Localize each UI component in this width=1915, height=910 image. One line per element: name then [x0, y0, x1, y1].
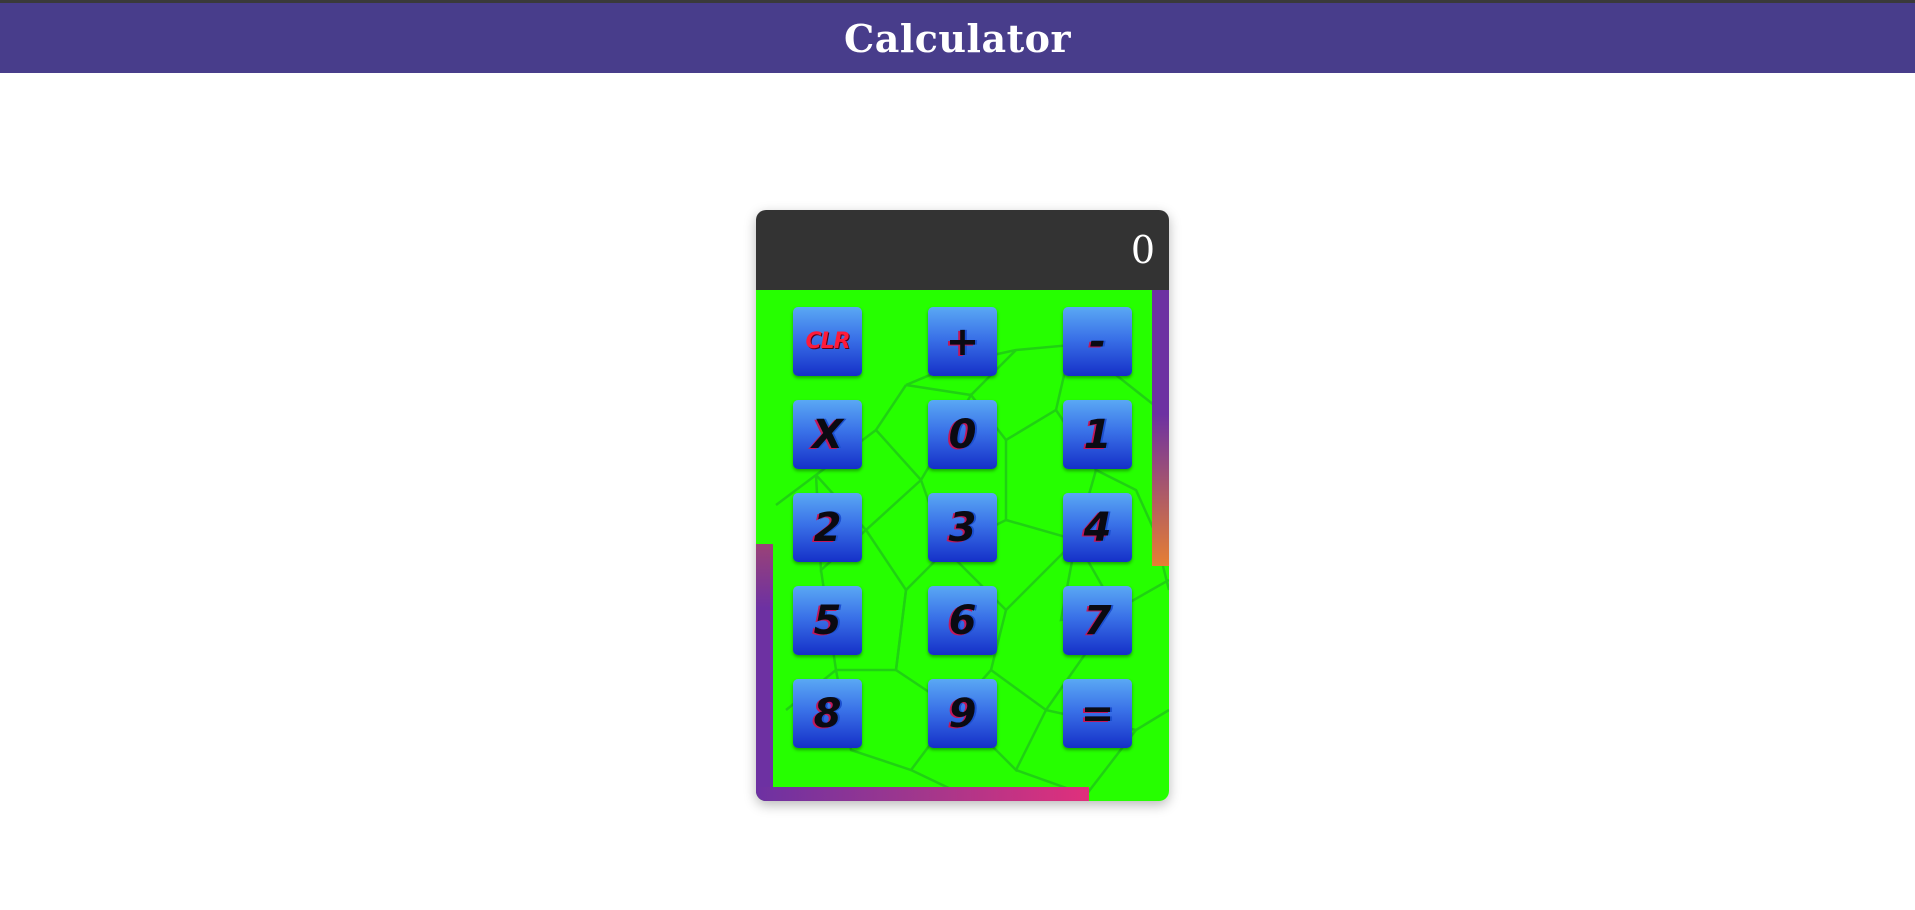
- multiply-button[interactable]: X: [793, 400, 862, 469]
- plus-button[interactable]: +: [928, 307, 997, 376]
- digit-7-button[interactable]: 7: [1063, 586, 1132, 655]
- digit-6-button[interactable]: 6: [928, 586, 997, 655]
- digit-4-button[interactable]: 4: [1063, 493, 1132, 562]
- decorative-border-right: [1152, 290, 1169, 566]
- digit-8-button[interactable]: 8: [793, 679, 862, 748]
- clear-button[interactable]: CLR: [793, 307, 862, 376]
- calculator: 0 CLR + - X 0 1 2 3 4 5 6 7 8 9 =: [756, 210, 1169, 801]
- digit-9-button[interactable]: 9: [928, 679, 997, 748]
- page-title: Calculator: [843, 15, 1072, 61]
- digit-2-button[interactable]: 2: [793, 493, 862, 562]
- digit-5-button[interactable]: 5: [793, 586, 862, 655]
- equals-button[interactable]: =: [1063, 679, 1132, 748]
- digit-1-button[interactable]: 1: [1063, 400, 1132, 469]
- keypad: CLR + - X 0 1 2 3 4 5 6 7 8 9 =: [756, 290, 1169, 801]
- decorative-border-left: [756, 544, 773, 801]
- minus-button[interactable]: -: [1063, 307, 1132, 376]
- digit-3-button[interactable]: 3: [928, 493, 997, 562]
- digit-0-button[interactable]: 0: [928, 400, 997, 469]
- decorative-border-bottom: [756, 787, 1089, 801]
- app-header: Calculator: [0, 3, 1915, 73]
- calculator-display: 0: [756, 210, 1169, 290]
